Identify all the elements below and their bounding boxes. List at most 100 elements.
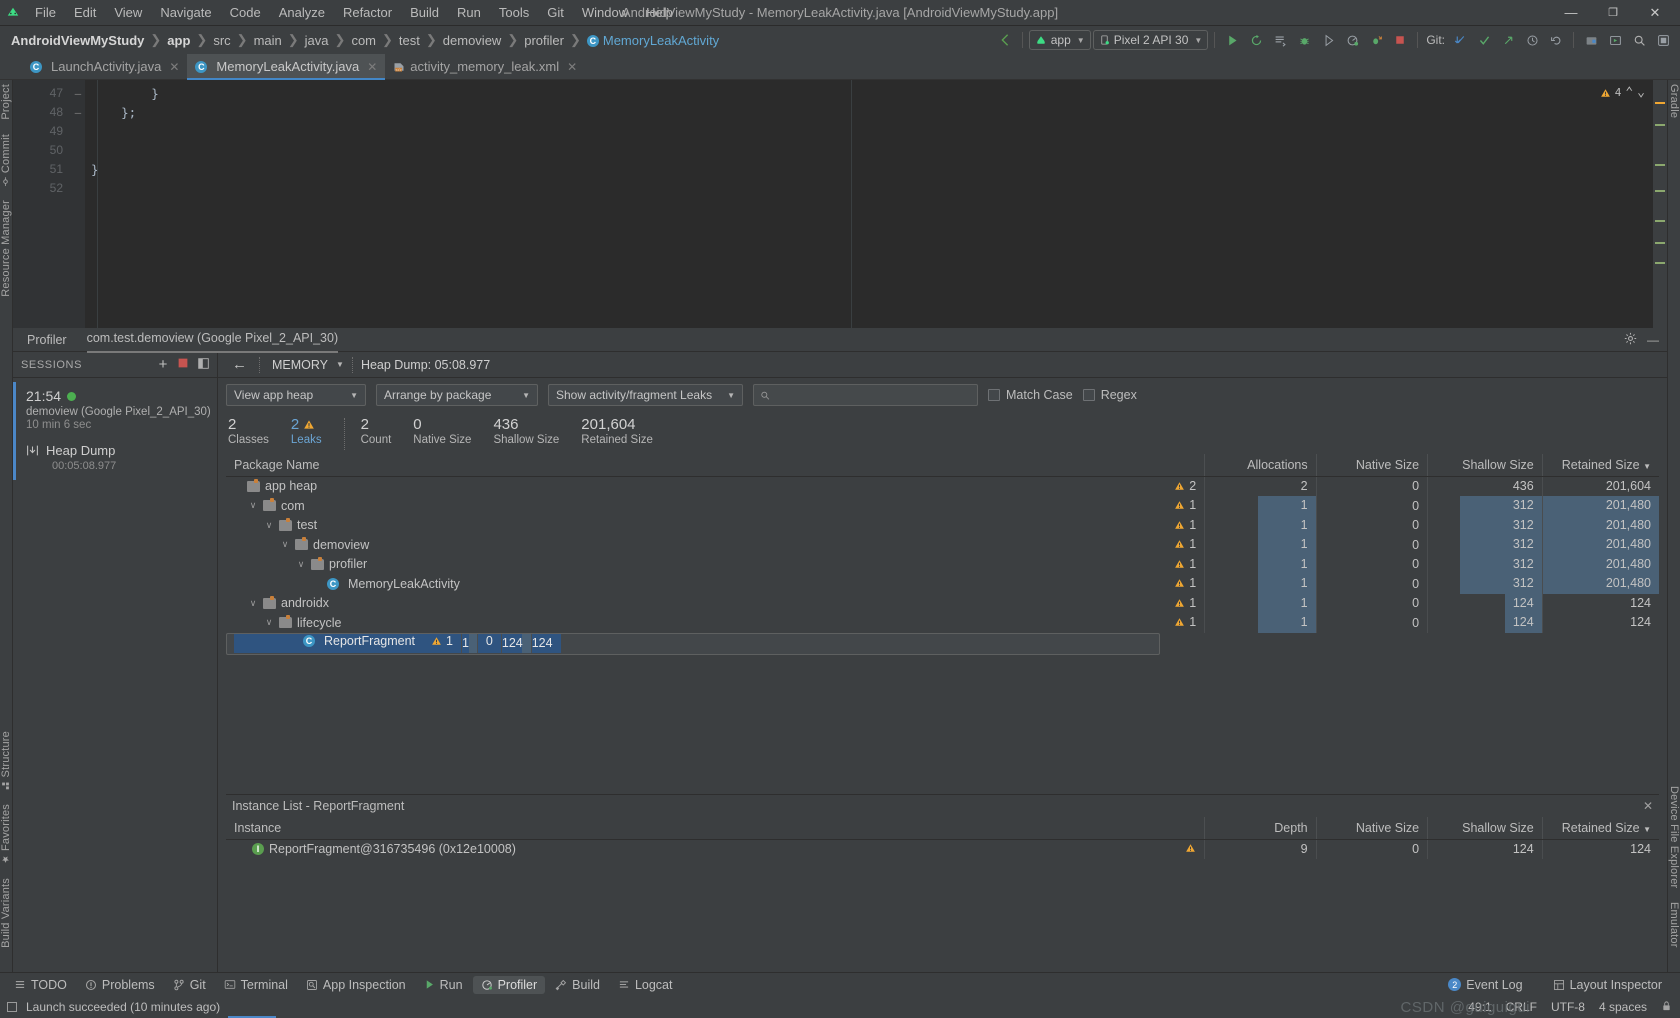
fold-marker-icon[interactable]: ─: [71, 84, 85, 103]
col-depth[interactable]: Depth: [1205, 817, 1316, 839]
lock-icon[interactable]: [1661, 1000, 1672, 1015]
attach-debugger-icon[interactable]: [1365, 29, 1387, 51]
run-with-coverage-icon[interactable]: [1317, 29, 1339, 51]
search-box[interactable]: [753, 384, 978, 406]
show-leaks-selector[interactable]: Show activity/fragment Leaks ▼: [548, 384, 743, 406]
sidebar-item-gradle[interactable]: Gradle: [1668, 84, 1680, 118]
stop-button[interactable]: [1389, 29, 1411, 51]
sdk-manager-icon[interactable]: [1580, 29, 1602, 51]
collapse-sessions-icon[interactable]: [198, 358, 209, 372]
indent-setting[interactable]: 4 spaces: [1599, 1000, 1647, 1014]
editor-code-area[interactable]: } }; } 4 ⌃ ⌄: [85, 80, 1667, 328]
expand-chevron-icon[interactable]: ∨: [248, 598, 258, 609]
apply-code-changes-icon[interactable]: [1269, 29, 1291, 51]
search-everywhere-icon[interactable]: [1628, 29, 1650, 51]
breadcrumb-project[interactable]: AndroidViewMyStudy: [8, 33, 147, 48]
breadcrumb-com[interactable]: com: [348, 33, 379, 48]
profiler-back-icon[interactable]: ←: [228, 356, 251, 373]
tool-window-build[interactable]: Build: [547, 976, 608, 994]
list-item[interactable]: IReportFragment@316735496 (0x12e10008)90…: [226, 839, 1659, 859]
heap-selector[interactable]: View app heap ▼: [226, 384, 366, 406]
table-row[interactable]: ∨demoview110312201,480: [226, 535, 1659, 555]
table-row[interactable]: ∨test110312201,480: [226, 516, 1659, 536]
tool-window-layout-inspector[interactable]: Layout Inspector: [1545, 976, 1670, 994]
search-input[interactable]: [776, 388, 971, 402]
menu-view[interactable]: View: [105, 1, 151, 25]
apply-changes-icon[interactable]: [1245, 29, 1267, 51]
sidebar-item-structure[interactable]: Structure: [0, 731, 12, 790]
regex-checkbox[interactable]: Regex: [1083, 388, 1137, 402]
match-case-checkbox[interactable]: Match Case: [988, 388, 1073, 402]
git-push-icon[interactable]: [1497, 29, 1519, 51]
file-encoding[interactable]: UTF-8: [1551, 1000, 1585, 1014]
menu-window[interactable]: Window: [573, 1, 637, 25]
menu-run[interactable]: Run: [448, 1, 490, 25]
tool-window-problems[interactable]: Problems: [77, 976, 163, 994]
inspection-widget[interactable]: 4 ⌃ ⌄: [1600, 85, 1645, 100]
menu-help[interactable]: Help: [637, 1, 682, 25]
stop-session-icon[interactable]: [178, 358, 188, 371]
sidebar-item-project[interactable]: Project: [0, 84, 12, 120]
inspection-next-icon[interactable]: ⌄: [1637, 85, 1645, 100]
stat-leaks[interactable]: 2 Leaks: [291, 416, 344, 446]
menu-git[interactable]: Git: [538, 1, 573, 25]
menu-code[interactable]: Code: [221, 1, 270, 25]
editor-tab-launchactivity[interactable]: C LaunchActivity.java ✕: [22, 54, 187, 79]
editor-marker-scrollbar[interactable]: [1653, 80, 1667, 328]
col-inst-shallow-size[interactable]: Shallow Size: [1428, 817, 1543, 839]
table-row[interactable]: ∨com110312201,480: [226, 496, 1659, 516]
col-instance[interactable]: Instance: [226, 817, 1160, 839]
menu-navigate[interactable]: Navigate: [151, 1, 220, 25]
session-item[interactable]: 21:54 demoview (Google Pixel_2_API_30) 1…: [13, 382, 217, 480]
add-session-icon[interactable]: +: [159, 356, 168, 373]
expand-chevron-icon[interactable]: ∨: [264, 520, 274, 531]
minimize-button[interactable]: —: [1550, 0, 1592, 26]
sidebar-item-device-file-explorer[interactable]: Device File Explorer: [1668, 786, 1680, 888]
table-row[interactable]: •CReportFragment110124124: [226, 633, 1160, 655]
sidebar-item-favorites[interactable]: Favorites: [0, 804, 12, 864]
col-package-name[interactable]: Package Name: [226, 454, 1160, 476]
expand-chevron-icon[interactable]: ∨: [248, 500, 258, 511]
menu-file[interactable]: File: [26, 1, 65, 25]
tool-window-logcat[interactable]: Logcat: [610, 976, 681, 994]
col-inst-retained-size[interactable]: Retained Size ▼: [1542, 817, 1659, 839]
git-update-icon[interactable]: [1449, 29, 1471, 51]
settings-gear-icon[interactable]: [1652, 29, 1674, 51]
close-tab-icon[interactable]: ✕: [567, 60, 577, 74]
heap-dump-capture[interactable]: Heap Dump: [26, 443, 217, 458]
col-native-size[interactable]: Native Size: [1316, 454, 1427, 476]
editor-tab-memoryleakactivity[interactable]: C MemoryLeakActivity.java ✕: [187, 54, 385, 79]
table-row[interactable]: ∨androidx110124124: [226, 594, 1659, 614]
menu-analyze[interactable]: Analyze: [270, 1, 334, 25]
table-row[interactable]: ∨profiler110312201,480: [226, 555, 1659, 575]
breadcrumb-main[interactable]: main: [251, 33, 285, 48]
menu-tools[interactable]: Tools: [490, 1, 538, 25]
breadcrumb-app[interactable]: app: [164, 33, 193, 48]
device-selector[interactable]: Pixel 2 API 30 ▼: [1093, 30, 1209, 50]
close-tab-icon[interactable]: ✕: [169, 60, 179, 74]
table-row[interactable]: ∨lifecycle110124124: [226, 613, 1659, 633]
menu-refactor[interactable]: Refactor: [334, 1, 401, 25]
fold-marker-icon[interactable]: ─: [71, 103, 85, 122]
close-button[interactable]: ✕: [1634, 0, 1676, 26]
close-tab-icon[interactable]: ✕: [367, 60, 377, 74]
sidebar-item-build-variants[interactable]: Build Variants: [0, 878, 12, 948]
back-arrow-icon[interactable]: [994, 29, 1016, 51]
tool-window-run[interactable]: Run: [416, 976, 471, 994]
menu-build[interactable]: Build: [401, 1, 448, 25]
col-shallow-size[interactable]: Shallow Size: [1428, 454, 1543, 476]
col-retained-size[interactable]: Retained Size ▼: [1542, 454, 1659, 476]
sidebar-item-commit[interactable]: Commit: [0, 134, 12, 186]
profiler-process-tab[interactable]: com.test.demoview (Google Pixel_2_API_30…: [87, 331, 339, 349]
breadcrumb-file[interactable]: CMemoryLeakActivity: [584, 33, 722, 48]
run-button[interactable]: [1221, 29, 1243, 51]
breadcrumb-java[interactable]: java: [302, 33, 332, 48]
expand-chevron-icon[interactable]: ∨: [280, 539, 290, 550]
tool-window-todo[interactable]: TODO: [6, 976, 75, 994]
tool-window-terminal[interactable]: Terminal: [216, 976, 296, 994]
table-row[interactable]: •CMemoryLeakActivity110312201,480: [226, 574, 1659, 594]
table-row[interactable]: •app heap220436201,604: [226, 476, 1659, 496]
breadcrumb-test[interactable]: test: [396, 33, 423, 48]
undo-icon[interactable]: [1545, 29, 1567, 51]
debug-button[interactable]: [1293, 29, 1315, 51]
